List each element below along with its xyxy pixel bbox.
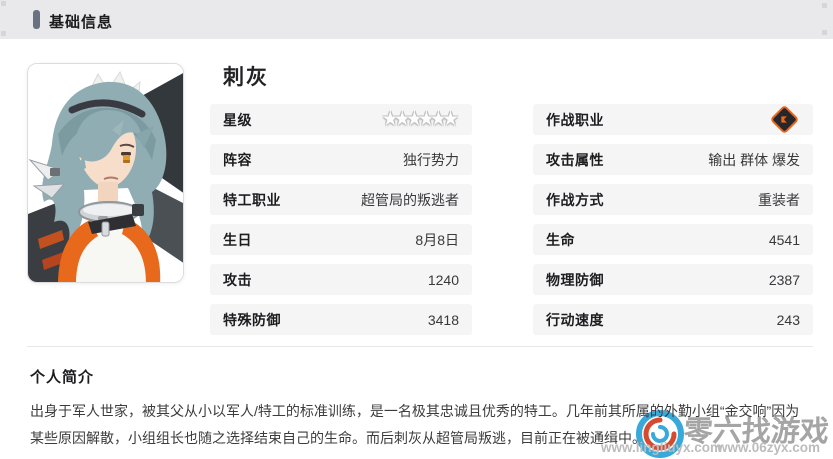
section-title: 基础信息 [49, 11, 113, 32]
table-row-attack: 攻击 1240 [210, 264, 472, 295]
star-rating: ★★★★★★ [387, 110, 459, 129]
table-row-combat-style: 作战方式 重装者 [533, 184, 813, 215]
portrait-illustration [28, 64, 184, 283]
bio-line-1: 出身于军人世家，被其父从小以军人/特工的标准训练，是一名极其忠诚且优秀的特工。几… [30, 398, 805, 425]
row-label: 作战方式 [546, 190, 604, 210]
row-label: 星级 [223, 110, 252, 130]
table-row-physical-defense: 物理防御 2387 [533, 264, 813, 295]
class-diamond-icon [770, 105, 800, 135]
row-value: 8月8日 [415, 230, 459, 250]
table-row-combat-class: 作战职业 [533, 104, 813, 135]
section-header: 基础信息 [0, 0, 833, 39]
bio-line-2: 某些原因解散，小组组长也随之选择结束自己的生命。而后刺灰从超管局叛逃，目前正在被… [30, 425, 805, 452]
row-value: 重装者 [758, 190, 800, 210]
handle-dot [822, 3, 827, 8]
table-row-special-defense: 特殊防御 3418 [210, 304, 472, 335]
row-value: 2387 [769, 272, 800, 288]
row-value: 独行势力 [403, 150, 459, 170]
left-info-table: 星级 ★★★★★★ 阵容 独行势力 特工职业 超管局的叛逃者 生日 8月8日 攻… [210, 104, 472, 344]
handle-dot [1, 31, 6, 36]
table-row-hp: 生命 4541 [533, 224, 813, 255]
row-value: 4541 [769, 232, 800, 248]
table-row-star-rating: 星级 ★★★★★★ [210, 104, 472, 135]
bio-title: 个人简介 [30, 366, 94, 387]
row-label: 物理防御 [546, 270, 604, 290]
section-divider [27, 346, 813, 347]
character-portrait [27, 63, 184, 283]
row-label: 攻击 [223, 270, 252, 290]
row-value: 1240 [428, 272, 459, 288]
row-label: 作战职业 [546, 110, 604, 130]
row-label: 生命 [546, 230, 575, 250]
star-icon: ★ [442, 110, 459, 129]
table-row-birthday: 生日 8月8日 [210, 224, 472, 255]
row-value: 输出 群体 爆发 [708, 150, 800, 170]
row-label: 生日 [223, 230, 252, 250]
row-label: 行动速度 [546, 310, 604, 330]
character-name: 刺灰 [223, 61, 269, 91]
table-row-agent-class: 特工职业 超管局的叛逃者 [210, 184, 472, 215]
row-value: 超管局的叛逃者 [361, 190, 459, 210]
row-value: 3418 [428, 312, 459, 328]
right-info-table: 作战职业 攻击属性 输出 群体 爆发 作战方式 重装者 生命 4541 物理防御… [533, 104, 813, 344]
row-label: 特殊防御 [223, 310, 281, 330]
handle-dot [822, 30, 827, 35]
table-row-faction: 阵容 独行势力 [210, 144, 472, 175]
table-row-attack-attribute: 攻击属性 输出 群体 爆发 [533, 144, 813, 175]
row-label: 阵容 [223, 150, 252, 170]
header-accent-bar [33, 10, 40, 29]
basic-info-panel: 基础信息 [0, 0, 833, 459]
row-label: 攻击属性 [546, 150, 604, 170]
row-value: 243 [777, 312, 800, 328]
table-row-speed: 行动速度 243 [533, 304, 813, 335]
bio-paragraph: 出身于军人世家，被其父从小以军人/特工的标准训练，是一名极其忠诚且优秀的特工。几… [30, 398, 805, 452]
row-label: 特工职业 [223, 190, 281, 210]
handle-dot [1, 1, 6, 6]
